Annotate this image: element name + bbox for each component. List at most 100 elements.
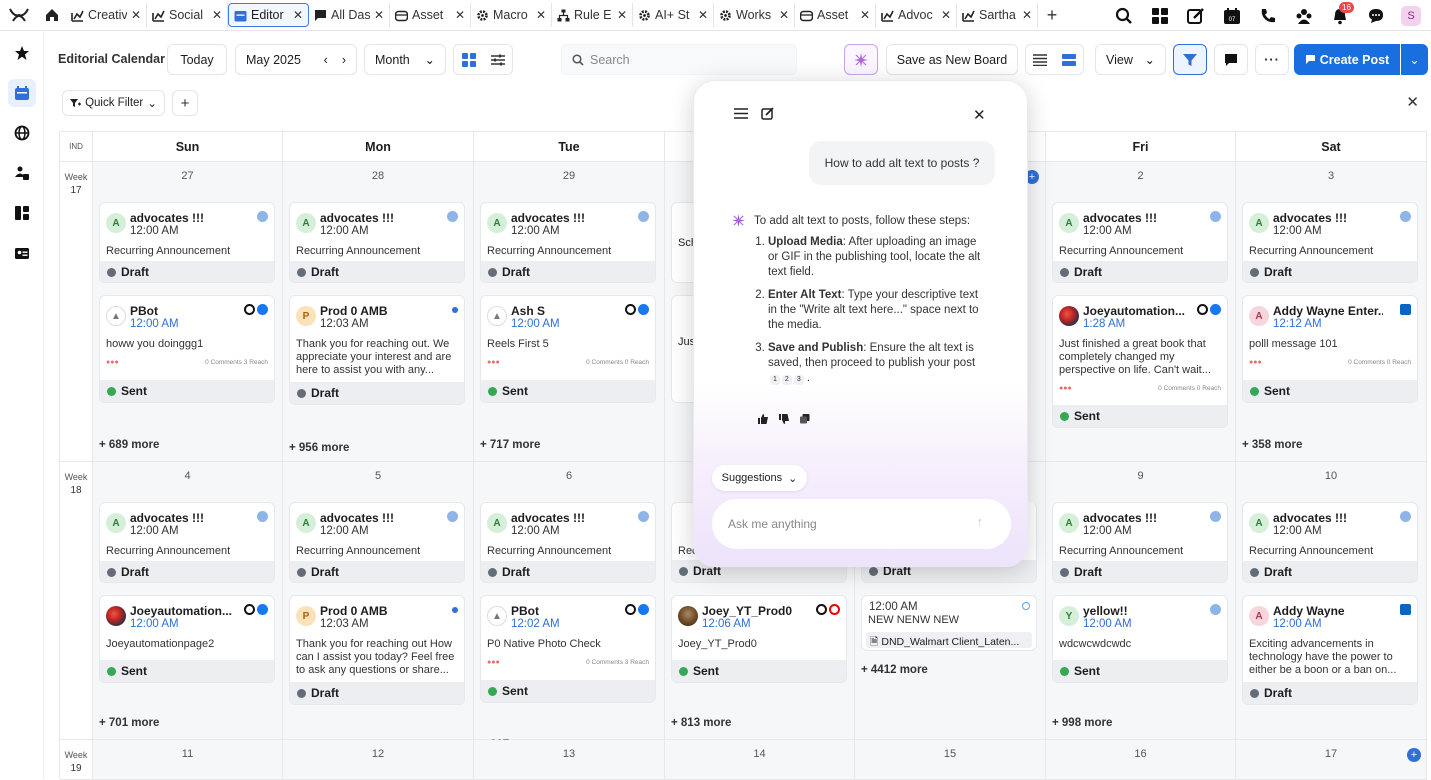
create-post-options-button[interactable]: ⌄ [1401, 44, 1428, 75]
team-icon[interactable] [1293, 5, 1315, 27]
more-posts-link[interactable]: + 701 more [99, 717, 159, 729]
tab-8[interactable]: AI+ St ✕ [633, 3, 714, 27]
tab-7[interactable]: Rule E ✕ [552, 3, 633, 27]
close-tab-icon[interactable]: ✕ [941, 8, 951, 22]
tab-3[interactable]: Editor ✕ [228, 3, 309, 27]
today-button[interactable]: Today [167, 44, 227, 75]
day-cell[interactable]: 3 Aadvocates !!! 12:00 AM Recurring Announc… [1236, 162, 1427, 462]
post-card[interactable]: Aadvocates !!! 12:00 AM Recurring Announce… [480, 202, 656, 283]
day-cell[interactable]: 28 Aadvocates !!! 12:00 AM Recurring Announ… [283, 162, 474, 462]
close-panel-icon[interactable]: ✕ [973, 106, 986, 124]
day-cell[interactable]: 5 Aadvocates !!! 12:00 AM Recurring Announc… [283, 462, 474, 754]
tab-2[interactable]: Social ✕ [147, 3, 228, 27]
comments-button[interactable] [1214, 44, 1248, 75]
post-card[interactable]: P Prod 0 AMB 12:03 AM Thank you for reachin… [289, 595, 465, 705]
close-tab-icon[interactable]: ✕ [131, 8, 141, 22]
day-cell[interactable]: 13 [474, 740, 665, 780]
more-posts-link[interactable]: + 956 more [289, 442, 349, 454]
compose-icon[interactable] [1185, 5, 1207, 27]
list-view-icon[interactable] [1033, 53, 1048, 66]
create-post-button[interactable]: Create Post [1294, 44, 1400, 75]
more-posts-link[interactable]: + 813 more [671, 717, 731, 729]
contacts-nav[interactable] [8, 239, 36, 267]
suggestions-dropdown[interactable]: Suggestions ⌄ [712, 465, 807, 491]
settings-sliders-icon[interactable] [490, 53, 505, 67]
tab-10[interactable]: Asset ✕ [795, 3, 876, 27]
view-mode-select[interactable]: Month ⌄ [364, 44, 446, 75]
post-card[interactable]: ▲ Ash S 12:00 AM Reels First 5 ●●● 0 Comments… [480, 295, 656, 403]
day-cell[interactable]: 15 [855, 740, 1046, 780]
prev-period-icon[interactable]: ‹ [324, 53, 328, 67]
post-card[interactable]: A Addy Wayne Enter... 12:12 AM polll messag… [1242, 295, 1418, 403]
post-card[interactable]: ▲ PBot 12:00 AM howw you doinggg1 ●●● 0 Comme… [99, 295, 275, 403]
close-tab-icon[interactable]: ✕ [455, 8, 465, 22]
phone-icon[interactable] [1257, 5, 1279, 27]
post-card[interactable]: Aadvocates !!! 12:00 AM Recurring Announce… [289, 502, 465, 583]
tab-11[interactable]: Advoc ✕ [876, 3, 957, 27]
copy-icon[interactable] [800, 414, 810, 424]
day-cell[interactable]: 11 [93, 740, 283, 780]
close-tab-icon[interactable]: ✕ [374, 8, 384, 22]
favorites-nav[interactable] [8, 39, 36, 67]
ai-assistant-button[interactable] [844, 44, 878, 75]
post-card[interactable]: Aadvocates !!! 12:00 AM Recurring Announce… [1242, 202, 1418, 283]
close-tab-icon[interactable]: ✕ [293, 8, 303, 22]
post-card[interactable]: Aadvocates !!! 12:00 AM Recurring Announce… [480, 502, 656, 583]
user-avatar[interactable]: S [1401, 5, 1421, 26]
day-cell[interactable]: 29 Aadvocates !!! 12:00 AM Recurring Announ… [474, 162, 665, 462]
dashboard-nav[interactable] [8, 199, 36, 227]
new-chat-icon[interactable] [761, 107, 774, 123]
close-tab-icon[interactable]: ✕ [1022, 8, 1032, 22]
close-tab-icon[interactable]: ✕ [860, 8, 870, 22]
more-posts-link[interactable]: + 4412 more [861, 664, 928, 676]
day-cell[interactable]: 6 Aadvocates !!! 12:00 AM Recurring Announc… [474, 462, 665, 751]
tab-4[interactable]: All Das ✕ [309, 3, 390, 27]
day-cell[interactable]: 16 [1046, 740, 1236, 780]
app-logo[interactable] [0, 0, 38, 31]
post-card[interactable]: Yyellow!! 12:00 AM wdcwcwdcwdc Sent [1052, 595, 1228, 683]
view-dropdown[interactable]: View ⌄ [1095, 44, 1166, 75]
post-card[interactable]: 12:00 AM NEW NENW NEW 🗎 DND_Walmart Client… [861, 595, 1037, 651]
search-input[interactable]: Search [561, 44, 797, 75]
close-tab-icon[interactable]: ✕ [617, 8, 627, 22]
more-posts-link[interactable]: + 689 more [99, 439, 159, 451]
ask-input[interactable]: Ask me anything ↑ [712, 499, 1011, 549]
next-period-icon[interactable]: › [342, 53, 346, 67]
day-cell[interactable]: 14 [665, 740, 855, 780]
filter-button[interactable] [1173, 44, 1207, 75]
day-cell[interactable]: 17 [1236, 740, 1427, 780]
day-cell[interactable]: 2 Aadvocates !!! 12:00 AM Recurring Announc… [1046, 162, 1236, 476]
card-view-icon[interactable] [1061, 53, 1076, 66]
more-posts-link[interactable]: + 998 more [1052, 717, 1112, 729]
day-cell[interactable]: 12 [283, 740, 474, 780]
more-options-button[interactable]: ··· [1255, 44, 1289, 75]
more-posts-link[interactable]: + 717 more [480, 439, 540, 451]
day-cell[interactable]: 10 Aadvocates !!! 12:00 AM Recurring Announ… [1236, 462, 1427, 754]
tab-1[interactable]: Creativ ✕ [66, 3, 147, 27]
apps-grid-icon[interactable] [1149, 5, 1171, 27]
day-cell[interactable]: 4 Aadvocates !!! 12:00 AM Recurring Announc… [93, 462, 283, 740]
post-card[interactable]: Aadvocates !!! 12:00 AM Recurring Announce… [1052, 202, 1228, 283]
post-card[interactable]: Joeyautomation... 1:28 AM Just finished a … [1052, 295, 1228, 428]
post-card[interactable]: Joeyautomation... 12:00 AM Joeyautomationp… [99, 595, 275, 683]
menu-icon[interactable] [734, 108, 748, 122]
post-card[interactable]: Aadvocates !!! 12:00 AM Recurring Announce… [1242, 502, 1418, 583]
post-card[interactable]: Aadvocates !!! 12:00 AM Recurring Announce… [99, 202, 275, 283]
home-button[interactable] [38, 0, 66, 31]
day-cell[interactable]: 27 Aadvocates !!! 12:00 AM Recurring Announ… [93, 162, 283, 462]
globe-nav[interactable] [8, 119, 36, 147]
post-card[interactable]: Joey_YT_Prod0 12:06 AM Joey_YT_Prod0 Sent [671, 595, 847, 683]
tab-12[interactable]: Sartha ✕ [957, 3, 1038, 27]
post-card[interactable]: Aadvocates !!! 12:00 AM Recurring Announce… [1052, 502, 1228, 583]
more-posts-link[interactable]: + 358 more [1242, 439, 1302, 451]
close-tab-icon[interactable]: ✕ [698, 8, 708, 22]
tab-6[interactable]: Macro ✕ [471, 3, 552, 27]
citation-link[interactable]: 2 [781, 375, 792, 385]
close-filter-row-icon[interactable]: ✕ [1406, 93, 1419, 111]
post-card[interactable]: Aadvocates !!! 12:00 AM Recurring Announce… [99, 502, 275, 583]
notifications-bell-icon[interactable]: 16 [1329, 1, 1354, 27]
close-tab-icon[interactable]: ✕ [212, 8, 222, 22]
send-arrow-icon[interactable]: ↑ [977, 514, 984, 529]
quick-filter-dropdown[interactable]: Quick Filter ⌄ [62, 90, 165, 116]
save-as-new-board-button[interactable]: Save as New Board [886, 44, 1018, 75]
